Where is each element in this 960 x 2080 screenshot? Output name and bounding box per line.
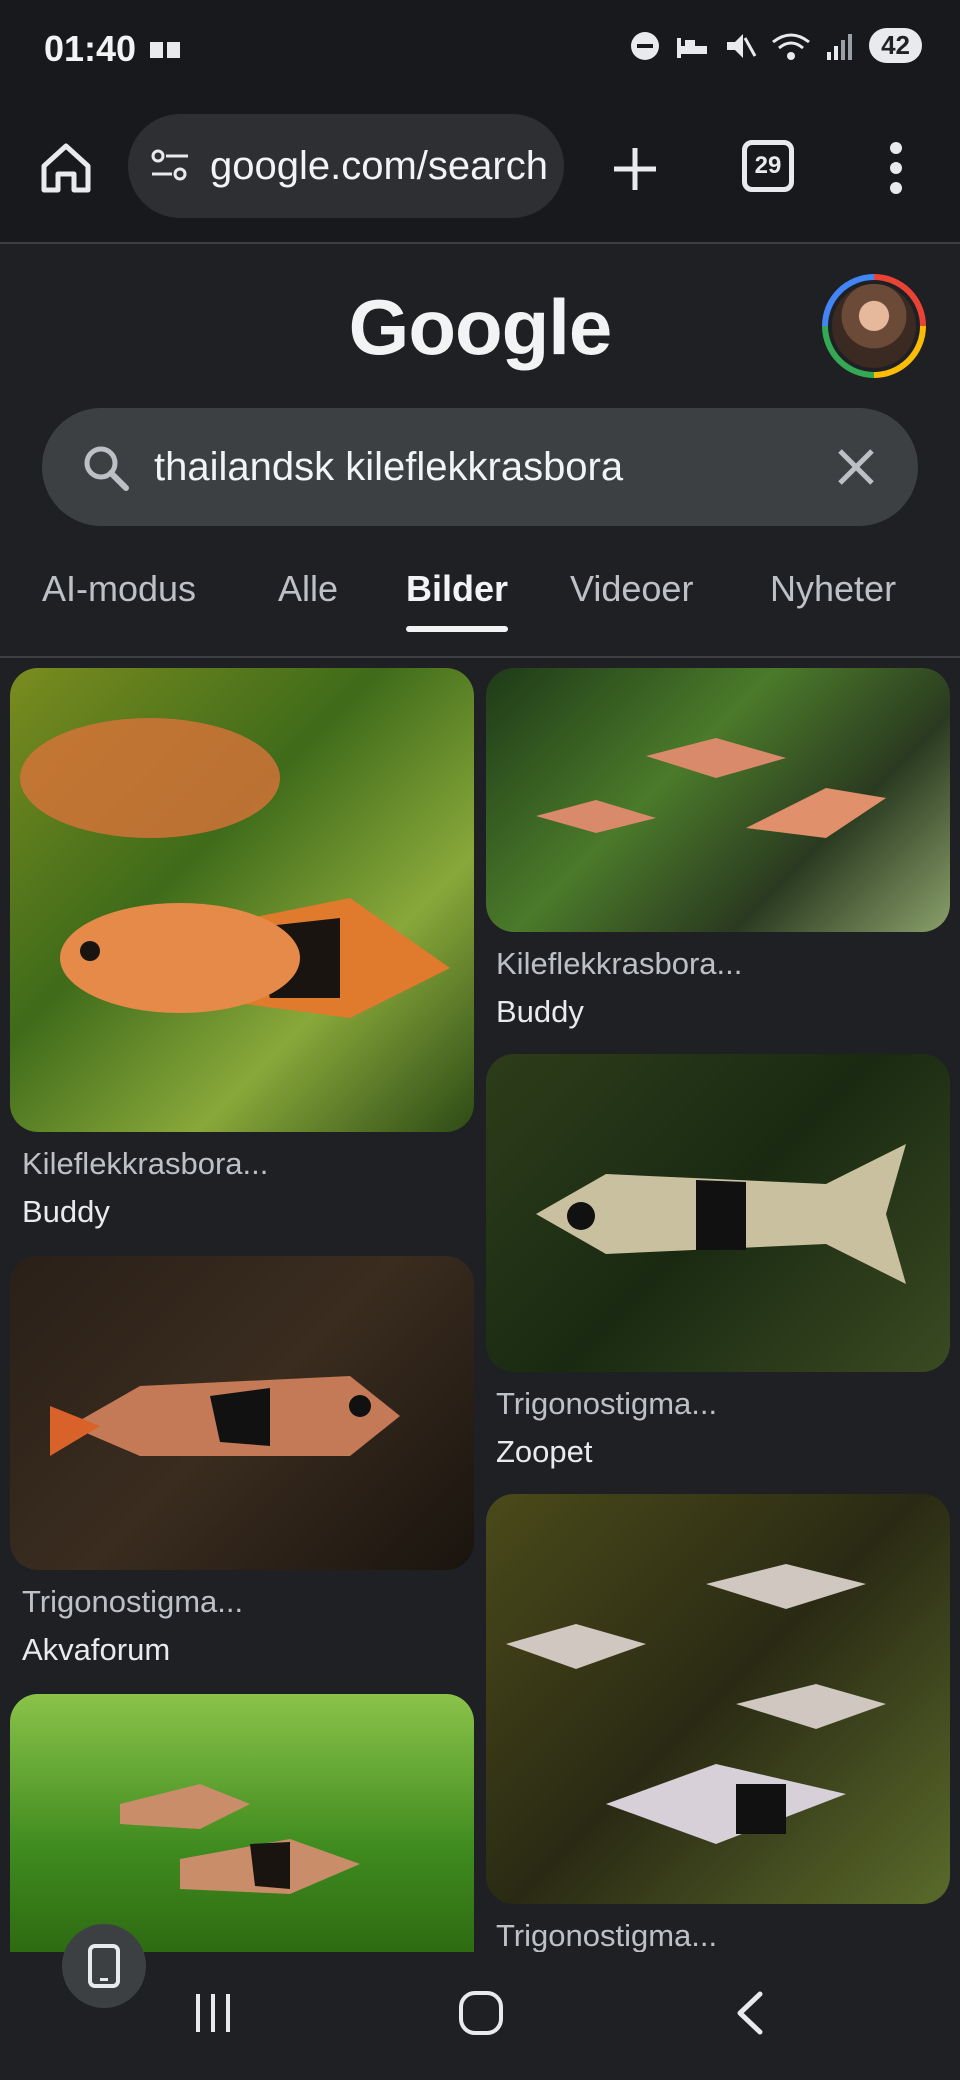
status-time: 01:40 [44, 28, 137, 69]
fish-image [50, 1376, 400, 1456]
tab-bilder-label: Bilder [406, 568, 509, 609]
image-result-4[interactable] [10, 1256, 474, 1570]
image-result-1[interactable] [10, 668, 474, 1132]
dnd-icon [631, 31, 660, 60]
home-nav-icon[interactable] [456, 1988, 506, 2038]
status-icons: 42 [629, 28, 922, 63]
result-2-source: Buddy [496, 994, 584, 1029]
phone-icon [88, 1944, 120, 1988]
image-result-2[interactable] [486, 668, 950, 932]
new-tab-button[interactable] [610, 144, 660, 194]
plus-icon [614, 148, 656, 190]
menu-button[interactable] [880, 140, 912, 196]
fish-image [536, 738, 886, 838]
sleep-icon [677, 37, 708, 58]
tab-alle[interactable]: Alle [278, 568, 338, 610]
site-settings-icon[interactable] [148, 144, 192, 188]
status-bar: 01:40 42 [0, 0, 960, 100]
fish-image [120, 1784, 360, 1894]
result-1-source: Buddy [22, 1194, 110, 1229]
account-avatar[interactable] [822, 274, 926, 378]
result-5-title[interactable]: Trigonostigma... [496, 1918, 717, 1954]
signal-icon [827, 33, 853, 60]
mute-icon [727, 33, 757, 58]
back-icon[interactable] [730, 1988, 770, 2038]
recents-icon[interactable] [188, 1988, 238, 2038]
url-text: google.com/search [210, 143, 548, 188]
notification-icon [150, 40, 182, 60]
result-3-title[interactable]: Trigonostigma... [496, 1386, 717, 1422]
more-vert-icon [890, 142, 902, 194]
active-tab-indicator [406, 626, 509, 632]
tab-count: 29 [742, 140, 794, 192]
home-icon [41, 143, 91, 193]
google-logo[interactable]: Google [0, 282, 960, 373]
fish-image [536, 1144, 906, 1284]
result-4-title[interactable]: Trigonostigma... [22, 1584, 243, 1620]
search-tabs: AI-modus Alle Bilder Videoer Nyheter [0, 560, 960, 658]
battery-indicator: 42 [869, 28, 922, 63]
image-result-5[interactable] [486, 1494, 950, 1904]
home-button[interactable] [38, 140, 94, 196]
search-box[interactable]: thailandsk kileflekkrasbora [42, 408, 918, 526]
result-4-source: Akvaforum [22, 1632, 171, 1667]
result-3-source: Zoopet [496, 1434, 593, 1469]
tab-ai-modus[interactable]: AI-modus [42, 568, 196, 610]
address-bar[interactable]: google.com/search [128, 114, 564, 218]
search-icon [84, 446, 129, 491]
fish-image [20, 718, 450, 1018]
wifi-icon [772, 33, 810, 60]
tab-bilder[interactable]: Bilder [406, 568, 509, 632]
avatar-photo [828, 280, 920, 372]
clear-icon[interactable] [836, 447, 876, 487]
result-1-title[interactable]: Kileflekkrasbora... [22, 1146, 268, 1182]
tab-videoer[interactable]: Videoer [570, 568, 693, 610]
browser-toolbar: google.com/search 29 [0, 100, 960, 244]
fish-image [506, 1564, 886, 1844]
image-result-6[interactable] [10, 1694, 474, 1952]
tab-switcher-button[interactable]: 29 [742, 140, 794, 192]
image-result-3[interactable] [486, 1054, 950, 1372]
result-2-title[interactable]: Kileflekkrasbora... [496, 946, 742, 982]
search-input[interactable]: thailandsk kileflekkrasbora [154, 445, 836, 490]
tab-nyheter[interactable]: Nyheter [770, 568, 896, 610]
floating-device-button[interactable] [62, 1924, 146, 2008]
